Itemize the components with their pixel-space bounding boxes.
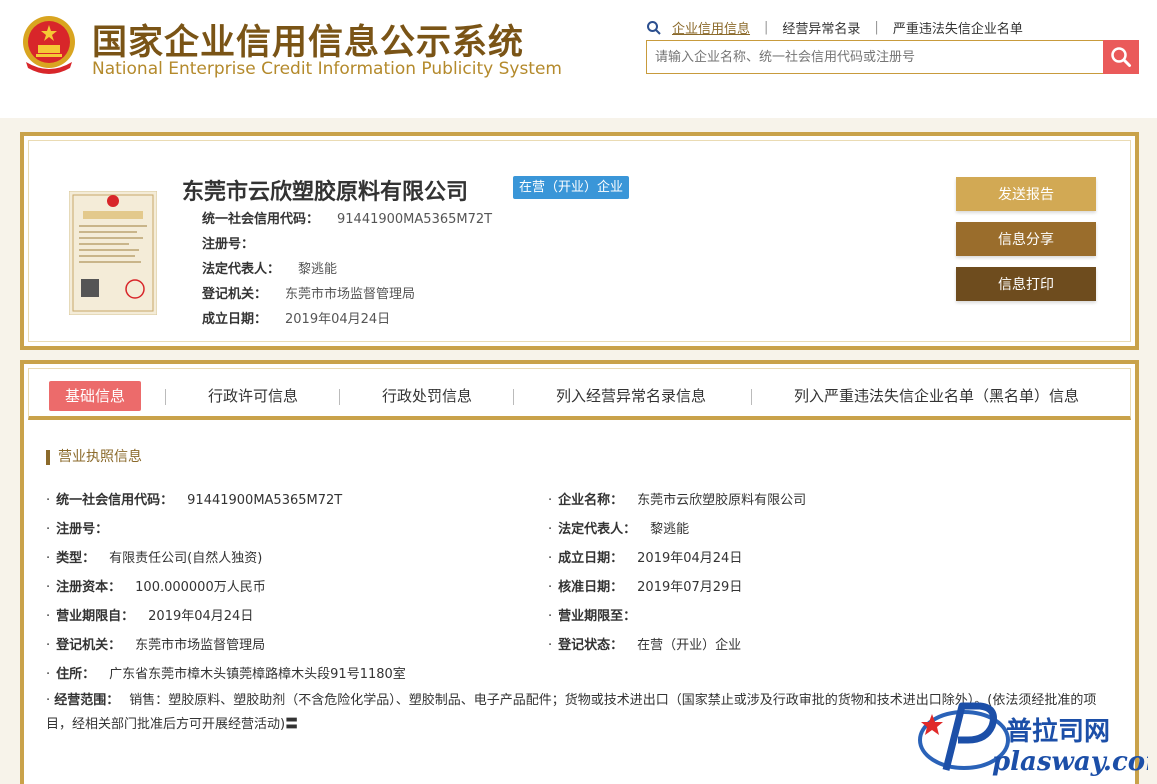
nav-separator: |: [874, 20, 879, 35]
top-nav: 企业信用信息 | 经营异常名录 | 严重违法失信企业名单: [646, 18, 1023, 37]
search-input[interactable]: [646, 40, 1104, 74]
company-card: 东莞市云欣塑胶原料有限公司 在营（开业）企业 统一社会信用代码： 91441900…: [20, 132, 1139, 350]
info-credit-code: · 统一社会信用代码： 91441900MA5365M72T: [46, 493, 343, 508]
tab-basic-info[interactable]: 基础信息: [49, 381, 142, 411]
tab-admin-penalty[interactable]: 行政处罚信息: [382, 381, 472, 411]
info-address: · 住所： 广东省东莞市樟木头镇莞樟路樟木头段91号1180室: [46, 667, 406, 682]
info-term-to: · 营业期限至：: [548, 609, 637, 624]
search-icon: [647, 20, 661, 35]
card-field-found-date: 成立日期： 2019年04月24日: [202, 312, 391, 327]
card-field-authority: 登记机关： 东莞市市场监督管理局: [202, 287, 416, 302]
site-title-en: National Enterprise Credit Information P…: [92, 59, 562, 79]
nav-credit-info[interactable]: 企业信用信息: [672, 18, 750, 37]
card-field-reg-no: 注册号：: [202, 237, 255, 252]
nav-separator: |: [764, 20, 769, 35]
card-field-legal-rep: 法定代表人： 黎逃能: [202, 262, 338, 277]
nav-blacklist[interactable]: 严重违法失信企业名单: [893, 18, 1023, 37]
nav-abnormal-list[interactable]: 经营异常名录: [782, 18, 860, 37]
national-emblem-icon: [23, 16, 75, 74]
tab-separator: [751, 389, 752, 405]
info-authority: · 登记机关： 东莞市市场监督管理局: [46, 638, 266, 653]
info-company-name: · 企业名称： 东莞市云欣塑胶原料有限公司: [548, 493, 807, 508]
site-header: 国家企业信用信息公示系统 National Enterprise Credit …: [0, 0, 1157, 118]
watermark-url: plasway.com: [992, 747, 1148, 776]
plasway-watermark-logo: 普拉司网 plasway.com: [918, 702, 1148, 776]
info-capital: · 注册资本： 100.000000万人民币: [46, 580, 266, 595]
info-reg-status: · 登记状态： 在营（开业）企业: [548, 638, 742, 653]
tab-bar: 基础信息 行政许可信息 行政处罚信息 列入经营异常名录信息 列入严重违法失信企业…: [28, 368, 1131, 420]
print-info-button[interactable]: 信息打印: [956, 267, 1096, 301]
search-icon: [1111, 47, 1131, 67]
tab-abnormal-list[interactable]: 列入经营异常名录信息: [556, 381, 706, 411]
info-term-from: · 营业期限自： 2019年04月24日: [46, 609, 254, 624]
share-info-button[interactable]: 信息分享: [956, 222, 1096, 256]
search-button[interactable]: [1103, 40, 1139, 74]
tab-separator: [513, 389, 514, 405]
watermark-text: 普拉司网: [1006, 716, 1110, 747]
status-badge: 在营（开业）企业: [513, 176, 630, 199]
company-name: 东莞市云欣塑胶原料有限公司: [182, 180, 469, 205]
info-found-date: · 成立日期： 2019年04月24日: [548, 551, 743, 566]
send-report-button[interactable]: 发送报告: [956, 177, 1096, 211]
tab-separator: [339, 389, 340, 405]
card-field-credit-code: 统一社会信用代码： 91441900MA5365M72T: [202, 212, 493, 227]
info-legal-rep: · 法定代表人： 黎逃能: [548, 522, 690, 537]
business-license-thumbnail[interactable]: [69, 191, 157, 315]
tab-separator: [165, 389, 166, 405]
section-title: 营业执照信息: [46, 450, 142, 465]
tab-admin-license[interactable]: 行政许可信息: [208, 381, 298, 411]
site-title-cn: 国家企业信用信息公示系统: [92, 23, 525, 63]
info-approval-date: · 核准日期： 2019年07月29日: [548, 580, 743, 595]
info-reg-no: · 注册号：: [46, 522, 109, 537]
info-type: · 类型： 有限责任公司(自然人独资): [46, 551, 263, 566]
tab-blacklist[interactable]: 列入严重违法失信企业名单（黑名单）信息: [794, 381, 1079, 411]
